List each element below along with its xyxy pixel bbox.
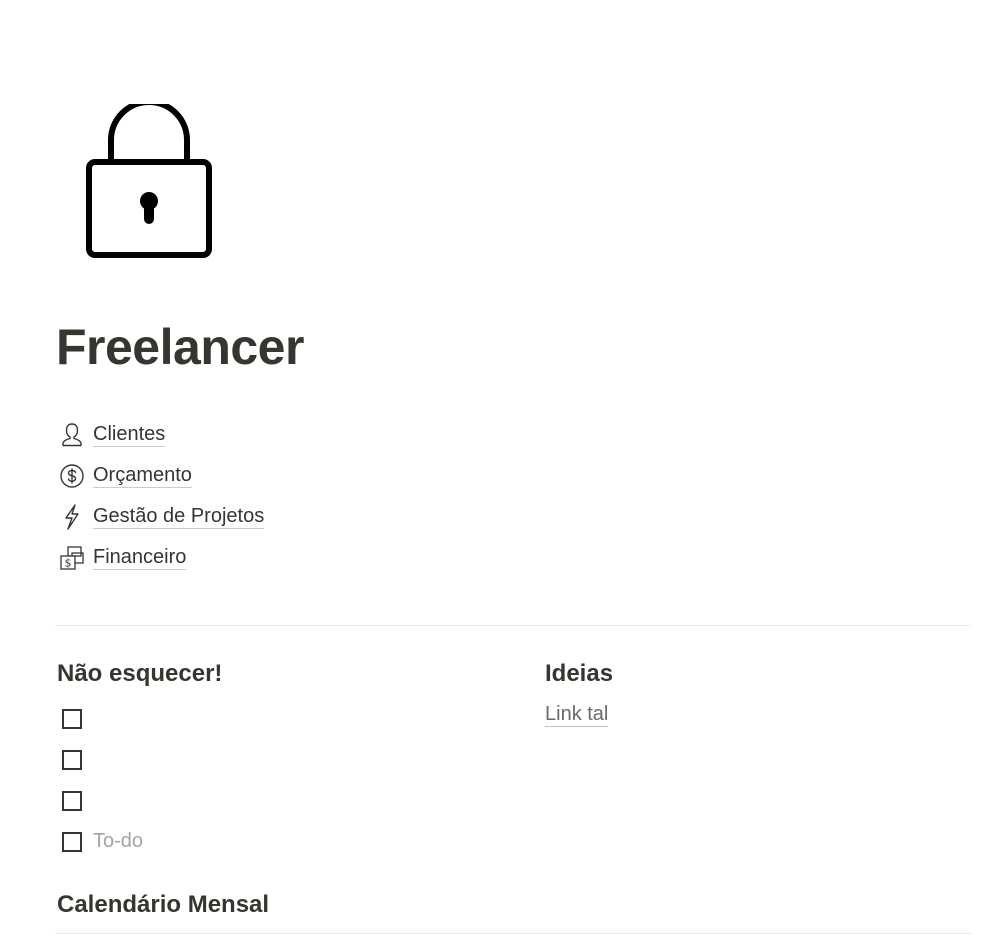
link-gestao-de-projetos[interactable]: Gestão de Projetos xyxy=(58,496,265,537)
calendar-heading[interactable]: Calendário Mensal xyxy=(57,891,269,919)
divider xyxy=(55,625,971,626)
todo-item[interactable]: To-do xyxy=(57,821,497,862)
reminders-heading[interactable]: Não esquecer! xyxy=(57,660,497,688)
todo-checkbox[interactable] xyxy=(62,708,82,729)
todo-checkbox[interactable] xyxy=(62,790,82,811)
page-title[interactable]: Freelancer xyxy=(56,318,304,376)
svg-text:$: $ xyxy=(65,556,72,569)
todo-checkbox[interactable] xyxy=(62,831,82,852)
link-orcamento[interactable]: Orçamento xyxy=(58,455,264,496)
ideas-column: Ideias Link tal xyxy=(545,660,965,727)
link-clientes[interactable]: Clientes xyxy=(58,414,264,455)
link-financeiro[interactable]: $ Financeiro xyxy=(58,537,264,578)
todo-checkbox[interactable] xyxy=(62,749,82,770)
link-label[interactable]: Clientes xyxy=(93,423,166,447)
todo-placeholder[interactable]: To-do xyxy=(93,830,143,853)
calendar-divider xyxy=(55,933,971,934)
todo-list: To-do xyxy=(57,698,497,862)
todo-item[interactable] xyxy=(57,698,497,739)
person-icon xyxy=(58,421,86,449)
todo-item[interactable] xyxy=(57,739,497,780)
page-links: Clientes Orçamento Gestão de Projetos $ … xyxy=(58,414,265,578)
lightning-icon xyxy=(58,503,86,531)
link-label[interactable]: Gestão de Projetos xyxy=(93,505,265,529)
link-label[interactable]: Financeiro xyxy=(93,546,187,570)
money-stack-icon: $ xyxy=(58,544,86,572)
dollar-circle-icon xyxy=(58,462,86,490)
reminders-column: Não esquecer! To-do xyxy=(57,660,497,862)
link-label[interactable]: Orçamento xyxy=(93,464,192,488)
idea-link[interactable]: Link tal xyxy=(545,703,609,727)
todo-item[interactable] xyxy=(57,780,497,821)
ideas-heading[interactable]: Ideias xyxy=(545,660,965,688)
page: Freelancer Clientes Orçamento Gestão de … xyxy=(0,0,1005,945)
lock-icon[interactable] xyxy=(86,99,212,260)
